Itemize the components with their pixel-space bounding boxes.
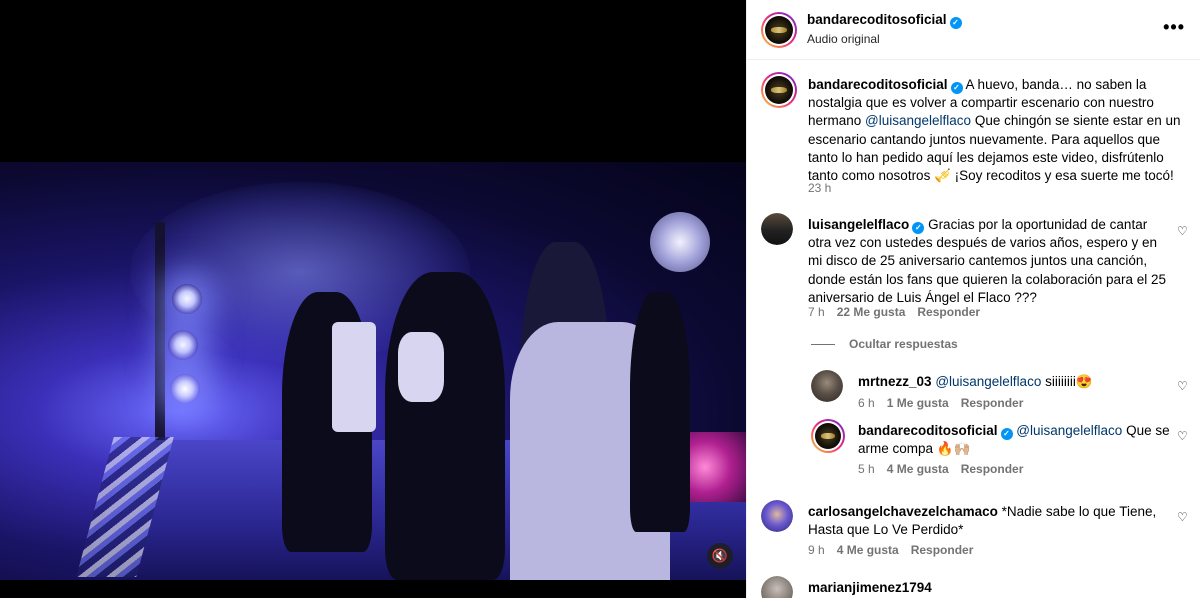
tuba — [650, 212, 710, 272]
comments-list[interactable]: bandarecoditosoficial ✓ A huevo, banda… n… — [747, 61, 1200, 598]
heart-icon[interactable]: ♡ — [1177, 225, 1189, 237]
likes-count[interactable]: 4 Me gusta — [887, 462, 949, 476]
verified-badge-icon: ✓ — [949, 16, 962, 29]
comment-text: luisangelelflaco ✓ Gracias por la oportun… — [808, 217, 1167, 305]
musician — [630, 292, 690, 532]
reply-button[interactable]: Responder — [917, 305, 980, 319]
avatar[interactable] — [761, 213, 793, 245]
mention-link[interactable]: @luisangelelflaco — [1016, 423, 1122, 438]
likes-count[interactable]: 22 Me gusta — [837, 305, 906, 319]
username[interactable]: luisangelelflaco — [808, 217, 909, 232]
video-frame[interactable] — [0, 162, 746, 580]
comment-time[interactable]: 6 h — [858, 396, 875, 410]
stage-light — [168, 330, 198, 360]
performer-jacket — [398, 332, 444, 402]
stage-light — [170, 374, 200, 404]
likes-count[interactable]: 4 Me gusta — [837, 543, 899, 557]
verified-badge-icon: ✓ — [950, 82, 963, 95]
comment-meta: 9 h 4 Me gusta Responder — [808, 543, 985, 557]
username[interactable]: mrtnezz_03 — [858, 374, 932, 389]
heart-icon[interactable]: ♡ — [1177, 430, 1189, 442]
stage-light — [172, 284, 202, 314]
post-sidebar: bandarecoditosoficial ✓ Audio original ••… — [746, 0, 1200, 598]
comment-meta: 7 h 22 Me gusta Responder — [808, 305, 992, 319]
avatar[interactable] — [761, 576, 793, 598]
mention-link[interactable]: @luisangelelflaco — [865, 113, 971, 128]
performer-center — [385, 272, 505, 580]
comment-text: carlosangelchavezelchamaco *Nadie sabe l… — [808, 504, 1157, 538]
video-pane[interactable]: 🔇 — [0, 0, 746, 598]
heart-icon[interactable]: ♡ — [1177, 380, 1189, 392]
muted-speaker-icon: 🔇 — [711, 548, 729, 563]
comment-meta: 5 h 4 Me gusta Responder — [858, 462, 1035, 476]
username[interactable]: bandarecoditosoficial — [858, 423, 998, 438]
comment-time[interactable]: 5 h — [858, 462, 875, 476]
avatar[interactable] — [811, 370, 843, 402]
caption-text: bandarecoditosoficial ✓ A huevo, banda… n… — [808, 77, 1181, 184]
verified-badge-icon: ✓ — [1000, 428, 1013, 441]
comment-time[interactable]: 7 h — [808, 305, 825, 319]
audio-link[interactable]: Audio original — [807, 32, 880, 46]
comment-text: mrtnezz_03 @luisangelelflaco siiiiiiii😍 — [858, 374, 1093, 389]
username[interactable]: bandarecoditosoficial — [807, 12, 947, 27]
avatar[interactable] — [761, 72, 797, 108]
divider — [811, 344, 835, 346]
more-options-button[interactable]: ••• — [1163, 17, 1185, 38]
reply-button[interactable]: Responder — [961, 396, 1024, 410]
caption-time[interactable]: 23 h — [808, 181, 831, 195]
username[interactable]: marianjimenez1794 — [808, 580, 932, 595]
reply-button[interactable]: Responder — [961, 462, 1024, 476]
comment-text: marianjimenez1794 — [808, 579, 1178, 597]
verified-badge-icon: ✓ — [912, 222, 925, 235]
username[interactable]: bandarecoditosoficial — [808, 77, 948, 92]
avatar[interactable] — [811, 419, 845, 453]
heart-icon[interactable]: ♡ — [1177, 511, 1189, 523]
reply-button[interactable]: Responder — [911, 543, 974, 557]
likes-count[interactable]: 1 Me gusta — [887, 396, 949, 410]
mute-button[interactable]: 🔇 — [707, 543, 733, 569]
hide-replies-button[interactable]: Ocultar respuestas — [811, 337, 958, 351]
post-author[interactable]: bandarecoditosoficial ✓ — [807, 12, 962, 29]
comment-text: bandarecoditosoficial ✓ @luisangelelflaco… — [858, 423, 1170, 457]
mention-link[interactable]: @luisangelelflaco — [935, 374, 1041, 389]
avatar[interactable] — [761, 12, 797, 48]
comment-meta: 6 h 1 Me gusta Responder — [858, 396, 1035, 410]
avatar[interactable] — [761, 500, 793, 532]
post-header: bandarecoditosoficial ✓ Audio original ••… — [747, 0, 1200, 60]
comment-time[interactable]: 9 h — [808, 543, 825, 557]
performer-jacket — [332, 322, 376, 432]
username[interactable]: carlosangelchavezelchamaco — [808, 504, 998, 519]
